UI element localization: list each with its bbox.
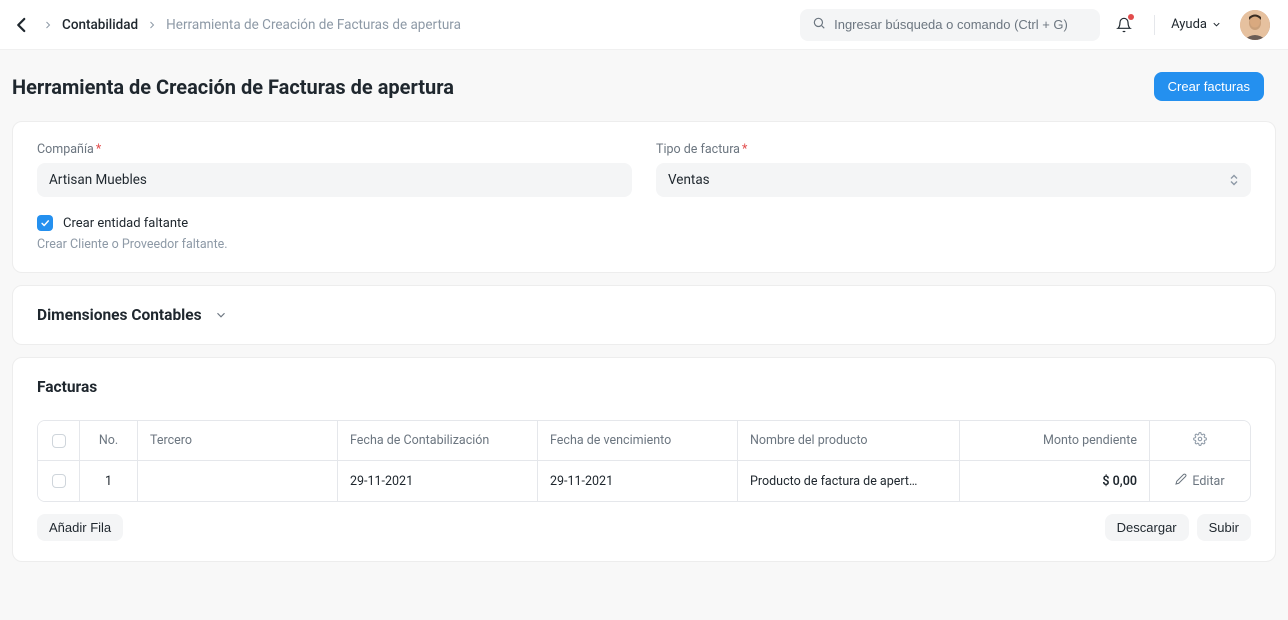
table-row[interactable]: 1 29-11-2021 29-11-2021 Producto de fact…: [38, 461, 1250, 501]
table-actions: Añadir Fila Descargar Subir: [37, 514, 1251, 541]
create-missing-help: Crear Cliente o Proveedor faltante.: [37, 237, 1251, 252]
chevron-right-icon: [146, 19, 158, 31]
chevron-down-icon: [214, 308, 228, 322]
upload-button[interactable]: Subir: [1197, 514, 1251, 541]
invoices-table: No. Tercero Fecha de Contabilización Fec…: [37, 420, 1251, 502]
select-caret-icon: [1229, 174, 1239, 186]
col-fecha-venc: Fecha de vencimiento: [538, 421, 738, 460]
search-icon: [812, 16, 826, 34]
invoice-type-label: Tipo de factura*: [656, 142, 1251, 157]
chevron-down-icon: [1211, 19, 1222, 30]
dimensions-card: Dimensiones Contables: [12, 285, 1276, 345]
app-logo-icon[interactable]: [12, 15, 32, 35]
create-missing-label: Crear entidad faltante: [63, 216, 188, 231]
invoice-type-select[interactable]: Ventas: [656, 163, 1251, 197]
row-producto[interactable]: Producto de factura de apert…: [738, 461, 960, 501]
notifications-button[interactable]: [1110, 11, 1138, 39]
top-bar: Contabilidad Herramienta de Creación de …: [0, 0, 1288, 50]
notification-dot: [1128, 14, 1134, 20]
dimensions-title: Dimensiones Contables: [37, 306, 202, 324]
company-value: Artisan Muebles: [49, 172, 147, 188]
gear-icon: [1193, 432, 1207, 450]
row-checkbox[interactable]: [38, 461, 80, 501]
col-monto: Monto pendiente: [960, 421, 1150, 460]
download-button[interactable]: Descargar: [1105, 514, 1189, 541]
breadcrumb-page[interactable]: Herramienta de Creación de Facturas de a…: [166, 17, 461, 33]
dimensions-toggle[interactable]: Dimensiones Contables: [13, 286, 1275, 344]
col-fecha-cont: Fecha de Contabilización: [338, 421, 538, 460]
invoices-card: Facturas No. Tercero Fecha de Contabiliz…: [12, 357, 1276, 562]
breadcrumb-app[interactable]: Contabilidad: [62, 17, 138, 33]
user-avatar[interactable]: [1240, 10, 1270, 40]
col-producto: Nombre del producto: [738, 421, 960, 460]
row-tercero[interactable]: [138, 461, 338, 501]
company-label: Compañía*: [37, 142, 632, 157]
help-label: Ayuda: [1171, 17, 1207, 32]
form-card: Compañía* Artisan Muebles Tipo de factur…: [12, 121, 1276, 273]
row-edit[interactable]: Editar: [1150, 461, 1250, 501]
select-all-checkbox[interactable]: [38, 421, 80, 460]
col-no: No.: [80, 421, 138, 460]
invoices-title: Facturas: [37, 378, 1251, 396]
help-dropdown[interactable]: Ayuda: [1171, 17, 1222, 32]
company-field[interactable]: Artisan Muebles: [37, 163, 632, 197]
edit-icon: [1175, 473, 1187, 489]
row-fecha-cont[interactable]: 29-11-2021: [338, 461, 538, 501]
create-missing-checkbox-row[interactable]: Crear entidad faltante: [37, 215, 1251, 231]
search-box[interactable]: [800, 9, 1100, 41]
page-header: Herramienta de Creación de Facturas de a…: [0, 50, 1288, 109]
checkbox-checked-icon: [37, 215, 53, 231]
edit-label: Editar: [1192, 474, 1224, 489]
search-input[interactable]: [834, 17, 1088, 32]
chevron-right-icon: [42, 19, 54, 31]
add-row-button[interactable]: Añadir Fila: [37, 514, 123, 541]
invoice-type-value: Ventas: [668, 172, 710, 188]
row-no: 1: [80, 461, 138, 501]
row-fecha-venc[interactable]: 29-11-2021: [538, 461, 738, 501]
col-tercero: Tercero: [138, 421, 338, 460]
table-header-row: No. Tercero Fecha de Contabilización Fec…: [38, 421, 1250, 461]
divider: [1154, 15, 1155, 35]
breadcrumb: Contabilidad Herramienta de Creación de …: [42, 17, 461, 33]
row-monto[interactable]: $ 0,00: [960, 461, 1150, 501]
page-title: Herramienta de Creación de Facturas de a…: [12, 75, 454, 99]
create-invoices-button[interactable]: Crear facturas: [1154, 72, 1264, 101]
col-settings[interactable]: [1150, 421, 1250, 460]
